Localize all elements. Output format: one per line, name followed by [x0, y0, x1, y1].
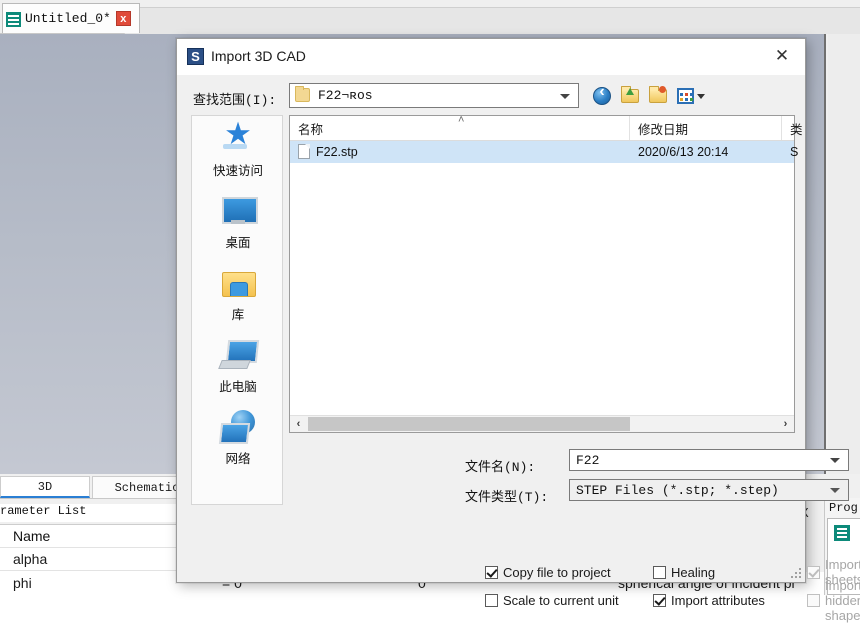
- sort-ascending-icon: ˄: [458, 114, 464, 126]
- file-type-combobox[interactable]: STEP Files (*.stp; *.step): [569, 479, 849, 501]
- checkbox-label: Healing: [671, 565, 715, 580]
- checkbox-copy-file-to-project[interactable]: Copy file to project: [485, 563, 611, 581]
- file-type: S: [790, 145, 798, 159]
- checkbox-healing[interactable]: Healing: [653, 563, 715, 581]
- place-label: 库: [232, 304, 245, 323]
- library-icon: [219, 266, 257, 300]
- column-header-name-label: 名称: [298, 119, 323, 138]
- parameter-name-phi: phi: [13, 575, 32, 591]
- place-quick-access[interactable]: 快速访问: [192, 116, 284, 188]
- tab-3d-label: 3D: [38, 480, 52, 494]
- folder-icon: [295, 88, 310, 102]
- document-icon: [6, 12, 21, 27]
- tab-3d[interactable]: 3D: [0, 476, 90, 498]
- file-name-label: 文件名(N):: [465, 456, 535, 475]
- place-label: 快速访问: [213, 160, 263, 179]
- new-folder-button[interactable]: [647, 85, 671, 107]
- back-arrow-icon: [593, 87, 611, 105]
- tab-schematic-label: Schematic: [115, 481, 180, 495]
- checkbox-import-attributes[interactable]: Import attributes: [653, 591, 765, 609]
- chevron-down-icon[interactable]: [697, 94, 705, 99]
- column-header-name[interactable]: 名称 ˄: [290, 116, 630, 140]
- tab-strip-empty-area: [124, 7, 860, 34]
- file-name-value: F22: [576, 453, 599, 468]
- scrollbar-thumb[interactable]: [308, 417, 630, 431]
- place-network[interactable]: 网络: [192, 404, 284, 476]
- place-label: 此电脑: [219, 376, 257, 395]
- close-icon[interactable]: x: [116, 11, 131, 26]
- checkbox-icon[interactable]: [485, 594, 498, 607]
- file-name-input[interactable]: F22: [569, 449, 849, 471]
- place-label: 桌面: [225, 232, 250, 251]
- back-button[interactable]: [591, 85, 615, 107]
- right-dock-strip: [828, 34, 860, 474]
- scroll-right-icon[interactable]: ›: [777, 416, 794, 432]
- views-button[interactable]: [675, 85, 709, 107]
- checkbox-icon[interactable]: [653, 566, 666, 579]
- chevron-down-icon[interactable]: [830, 488, 840, 493]
- checkbox-label: Copy file to project: [503, 565, 611, 580]
- checkbox-icon: [807, 566, 820, 579]
- desktop-icon: [219, 194, 257, 228]
- place-this-pc[interactable]: 此电脑: [192, 332, 284, 404]
- document-tab-label: Untitled_0*: [25, 11, 111, 26]
- close-icon[interactable]: ✕: [759, 39, 805, 72]
- network-icon: [219, 410, 257, 444]
- column-header-name: Name: [13, 528, 50, 544]
- new-badge-icon: [659, 86, 666, 93]
- file-type-value: STEP Files (*.stp; *.step): [576, 483, 779, 498]
- views-grid-icon: [677, 88, 694, 104]
- checkbox-icon[interactable]: [485, 566, 498, 579]
- dialog-title-bar[interactable]: Import 3D CAD ✕: [177, 39, 805, 75]
- file-list-rows: F22.stp 2020/6/13 20:14 S: [290, 141, 794, 414]
- place-desktop[interactable]: 桌面: [192, 188, 284, 260]
- file-date-modified: 2020/6/13 20:14: [638, 145, 728, 159]
- progress-panel-title: Prog: [829, 501, 858, 515]
- app-logo-icon: [187, 48, 204, 65]
- resize-grip[interactable]: [790, 567, 802, 579]
- column-header-type-label: 类: [790, 119, 803, 138]
- column-header-date-label: 修改日期: [638, 119, 688, 138]
- scroll-left-icon[interactable]: ‹: [290, 416, 307, 432]
- look-in-value: F22¬ʀos: [318, 88, 373, 103]
- place-label: 网络: [225, 448, 250, 467]
- document-tab-strip: Untitled_0* x: [0, 0, 860, 34]
- place-libraries[interactable]: 库: [192, 260, 284, 332]
- document-tab-untitled[interactable]: Untitled_0* x: [2, 3, 140, 33]
- file-type-label: 文件类型(T):: [465, 486, 548, 505]
- places-bar: 快速访问 桌面 库 此电脑 网络: [191, 115, 283, 505]
- file-name: F22.stp: [316, 145, 358, 159]
- checkbox-icon[interactable]: [653, 594, 666, 607]
- file-list[interactable]: 名称 ˄ 修改日期 类 F22.stp 2020/6/13 20:14 S ‹ …: [289, 115, 795, 433]
- look-in-combobox[interactable]: F22¬ʀos: [289, 83, 579, 108]
- checkbox-import-hidden-shapes: Import hidden shapes: [807, 591, 860, 609]
- up-one-level-button[interactable]: [619, 85, 643, 107]
- column-header-date-modified[interactable]: 修改日期: [630, 116, 782, 140]
- look-in-label: 查找范围(I):: [193, 89, 276, 108]
- horizontal-scrollbar[interactable]: ‹ ›: [290, 415, 794, 432]
- parameter-name-alpha: alpha: [13, 551, 47, 567]
- file-list-header: 名称 ˄ 修改日期 类: [290, 116, 794, 141]
- dialog-title: Import 3D CAD: [211, 48, 306, 64]
- up-arrow-icon: [626, 88, 634, 95]
- chevron-down-icon[interactable]: [830, 458, 840, 463]
- column-header-type[interactable]: 类: [782, 116, 842, 140]
- file-list-item[interactable]: F22.stp 2020/6/13 20:14 S: [290, 141, 794, 163]
- checkbox-icon: [807, 594, 820, 607]
- chevron-down-icon[interactable]: [560, 94, 570, 99]
- document-icon: [834, 525, 850, 541]
- this-pc-icon: [219, 338, 257, 372]
- checkbox-label: Import hidden shapes: [825, 578, 860, 623]
- import-3d-cad-dialog: Import 3D CAD ✕ 查找范围(I): F22¬ʀos 快速访问: [176, 38, 806, 583]
- star-icon: [219, 122, 257, 156]
- file-icon: [298, 144, 310, 159]
- checkbox-scale-to-current-unit[interactable]: Scale to current unit: [485, 591, 619, 609]
